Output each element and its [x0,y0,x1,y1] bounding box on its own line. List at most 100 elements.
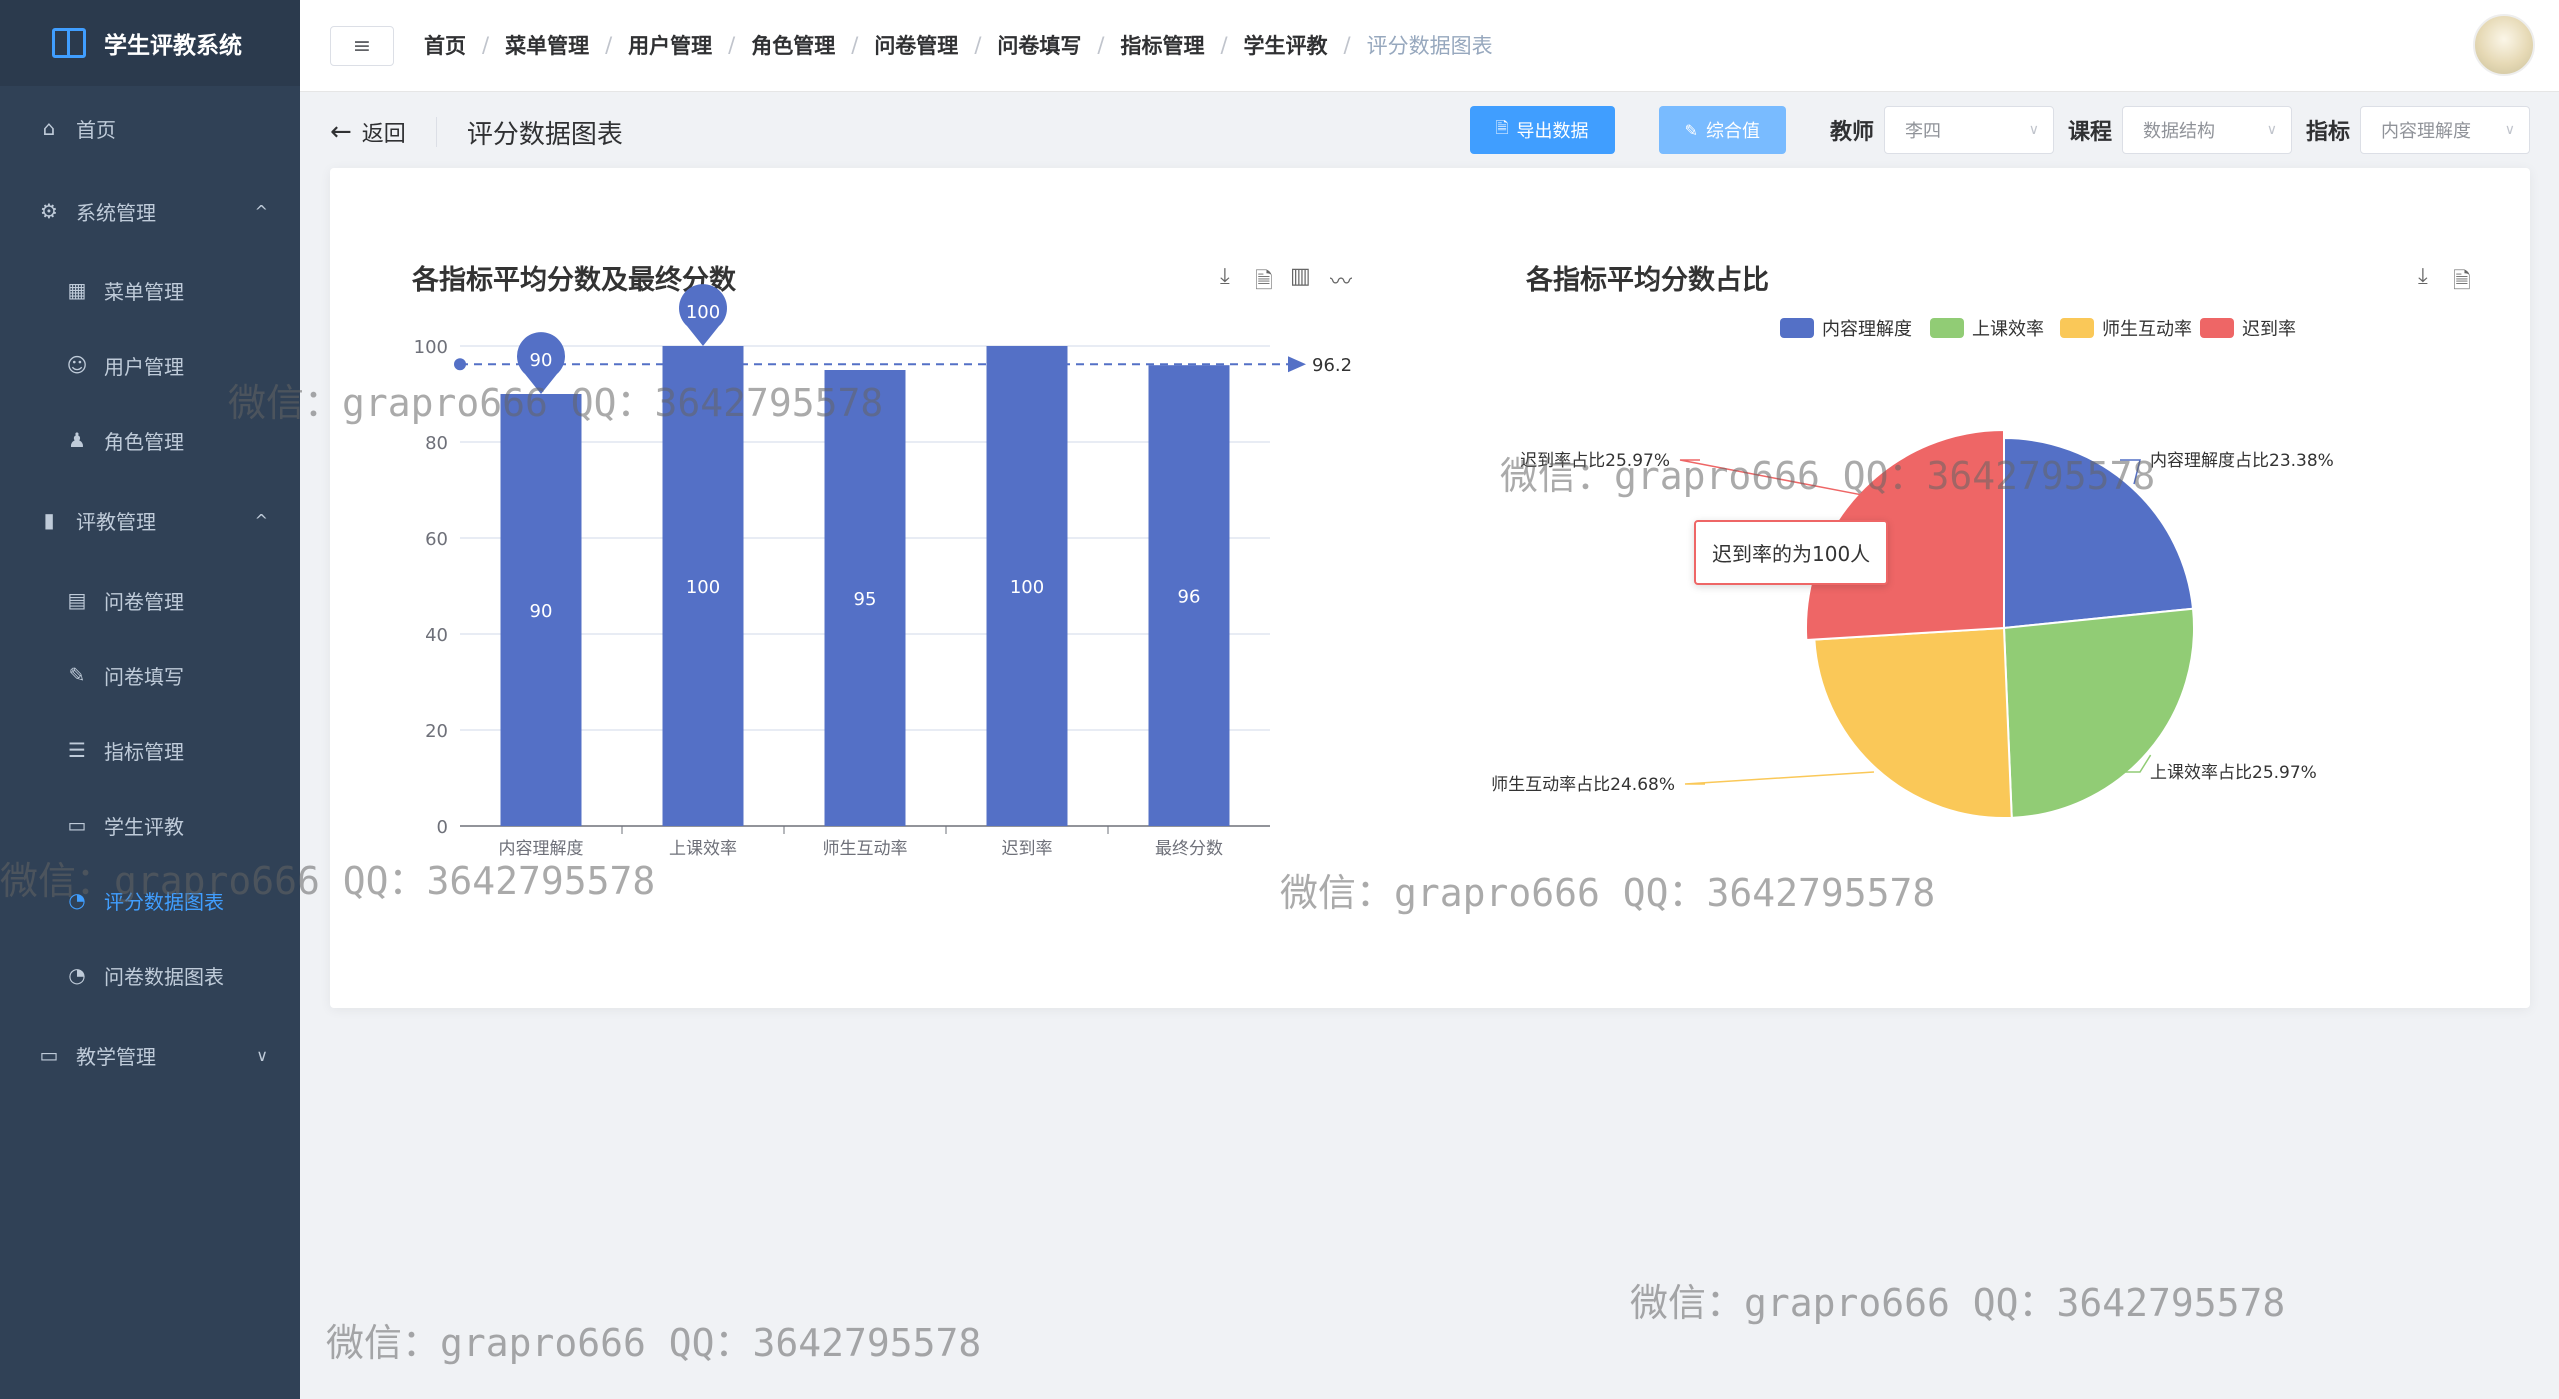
breadcrumb-item[interactable]: 学生评教 [1244,30,1328,60]
user-avatar[interactable] [2473,14,2535,76]
markpoint-label: 90 [530,350,553,371]
sidebar-item-5[interactable]: ▮ 评教管理 ^ [0,495,300,545]
sidebar-item-3[interactable]: ☺ 用户管理 [0,340,300,390]
sidebar-item-label: 评教管理 [76,509,156,534]
chart-tooltip: 迟到率的为100人 [1694,520,1889,585]
sidebar-item-7[interactable]: ✎ 问卷填写 [0,650,300,700]
breadcrumb-item[interactable]: 指标管理 [1120,30,1204,60]
breadcrumb-item: 评分数据图表 [1366,34,1493,58]
x-tick-label: 迟到率 [1002,839,1053,859]
x-tick-label: 最终分数 [1155,839,1223,859]
slice-label: 师生互动率占比24.68% [1491,775,1675,795]
sidebar-item-10[interactable]: ◔ 评分数据图表 [0,875,300,925]
y-tick-label: 100 [414,337,448,358]
breadcrumb-item[interactable]: 用户管理 [628,30,712,60]
legend-label: 上课效率 [1972,319,2044,340]
teacher-select[interactable]: 李四 ∨ [1883,106,2054,154]
breadcrumb-item[interactable]: 问卷管理 [874,30,958,60]
sidebar-item-9[interactable]: ▭ 学生评教 [0,800,300,850]
sidebar-item-11[interactable]: ◔ 问卷数据图表 [0,950,300,1000]
breadcrumb-separator: / [851,33,859,57]
bar-chart-icon: ▮ [43,508,55,532]
y-tick-label: 60 [425,529,448,550]
chevron-up-icon: ^ [254,201,268,221]
sidebar-item-label: 问卷填写 [104,664,184,689]
y-tick-label: 20 [425,721,448,742]
x-tick-label: 上课效率 [669,839,737,859]
pie-slice [1813,626,2013,819]
arrow-left-icon: ← [330,117,352,147]
legend-label: 内容理解度 [1822,319,1912,340]
download-icon[interactable]: ⤓ [2418,264,2428,289]
sidebar-item-1[interactable]: ⚙ 系统管理 ^ [0,186,300,236]
pie-chart-icon: ◔ [68,888,86,912]
home-icon: ⌂ [42,116,56,140]
export-label: 导出数据 [1516,121,1589,142]
charts-card: 各指标平均分数及最终分数 ⤓ 🗎 ▥ 〰 0 20 40 60 80 100 90 内容理解度… [330,168,2530,1008]
markline-start-point [454,358,466,371]
sidebar-item-4[interactable]: ♟ 角色管理 [0,415,300,465]
top-navbar: ≡ 首页 / 菜单管理 / 用户管理 / 角色管理 / 问卷管理 / 问卷填写 / 指标管理 / 学生评教 /… [300,0,2559,92]
breadcrumb-item[interactable]: 首页 [424,30,466,60]
sidebar-item-label: 问卷管理 [104,589,184,614]
edit-icon: ✎ [68,663,86,687]
legend-swatch [2060,318,2094,338]
breadcrumb-item[interactable]: 问卷填写 [997,30,1081,60]
legend-swatch [1780,318,1814,338]
pie-chart-title: 各指标平均分数占比 [1526,265,1769,296]
x-tick-label: 师生互动率 [823,839,908,859]
breadcrumb-item[interactable]: 菜单管理 [505,30,589,60]
indicator-select[interactable]: 内容理解度 ∨ [2360,106,2530,154]
export-data-button[interactable]: 🗎 导出数据 [1469,106,1615,154]
chevron-down-icon: ∨ [2266,122,2277,138]
gear-icon: ⚙ [40,199,58,223]
teacher-value: 李四 [1904,121,1941,142]
sliders-icon: ☰ [68,738,86,762]
sidebar-item-0[interactable]: ⌂ 首页 [0,103,300,153]
filter-bar: 🗎 导出数据 ✎ 综合值 教师 李四 ∨ 课程 数据结构 ∨ 指标 内容理解度 … [1469,106,2530,154]
hamburger-menu-icon[interactable]: ≡ [330,26,394,66]
bar-value-label: 95 [854,589,877,610]
app-logo: 学生评教系统 [0,0,300,86]
sidebar-item-label: 评分数据图表 [104,889,224,914]
document-icon: 🗎 [1495,117,1509,137]
bar-value-label: 100 [1010,577,1044,598]
breadcrumb-separator: / [974,33,982,57]
sidebar-item-2[interactable]: ▦ 菜单管理 [0,265,300,315]
document-icon: ▤ [67,588,87,612]
sidebar-item-6[interactable]: ▤ 问卷管理 [0,575,300,625]
slice-label-line [1679,459,1863,496]
bar-value-label: 90 [530,601,553,622]
breadcrumb-separator: / [728,33,736,57]
breadcrumb-separator: / [605,33,613,57]
sidebar-item-12[interactable]: ▭ 教学管理 ∨ [0,1030,300,1080]
x-tick-label: 内容理解度 [499,839,584,859]
legend-label: 师生互动率 [2102,319,2192,340]
pie-slice [2002,607,2195,819]
back-button[interactable]: ← 返回 [330,116,406,148]
course-select[interactable]: 数据结构 ∨ [2121,106,2292,154]
sidebar-item-label: 用户管理 [104,354,184,379]
edit-icon: ✎ [1684,120,1698,140]
course-label: 课程 [2067,120,2112,145]
user-icon: ☺ [66,353,88,377]
legend-label: 迟到率 [2242,319,2296,340]
data-view-icon[interactable]: 🗎 [2453,264,2471,302]
bar-chart: 0 20 40 60 80 100 90 内容理解度 100 上课效率 95 师生互动率 100 迟到率 9… [414,284,1352,859]
legend-swatch [2200,318,2234,338]
breadcrumb-separator: / [1097,33,1105,57]
sidebar-item-8[interactable]: ☰ 指标管理 [0,725,300,775]
role-icon: ♟ [68,428,86,452]
page-toolbar: ← 返回 评分数据图表 🗎 导出数据 ✎ 综合值 教师 李四 ∨ 课程 数据结构… [330,100,2530,164]
slice-label-line [1684,771,1875,785]
composite-value-button[interactable]: ✎ 综合值 [1658,106,1786,154]
course-value: 数据结构 [2142,121,2215,142]
pie-chart: 内容理解度 上课效率 师生互动率 迟到率内容理解度占比23.38% 上课效率占比25.9… [1491,318,2334,819]
page-title: 评分数据图表 [466,119,623,150]
breadcrumb-separator: / [1343,33,1351,57]
chevron-down-icon: ∨ [2028,122,2039,138]
breadcrumb-item[interactable]: 角色管理 [751,30,835,60]
sidebar-item-label: 问卷数据图表 [104,964,224,989]
legend-swatch [1930,318,1964,338]
markline-label: 96.2 [1312,355,1352,376]
